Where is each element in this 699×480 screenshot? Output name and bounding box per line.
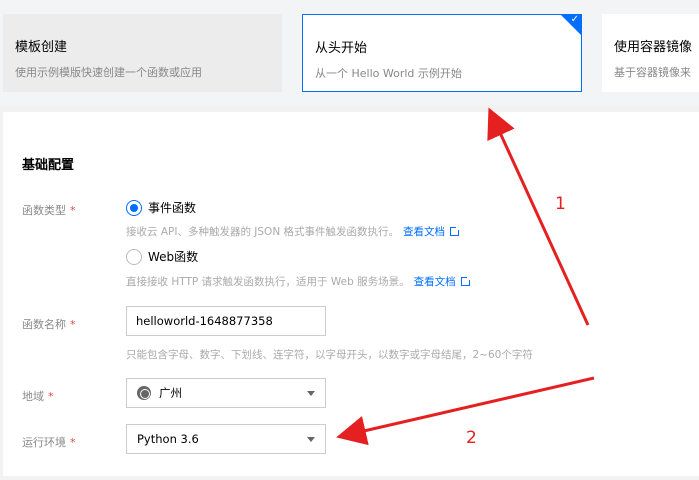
annotation-label-1: 1 (555, 194, 566, 214)
annotation-arrows (336, 107, 595, 446)
annotation-label-2: 2 (466, 428, 477, 448)
annotation-arrow-1 (487, 107, 590, 326)
